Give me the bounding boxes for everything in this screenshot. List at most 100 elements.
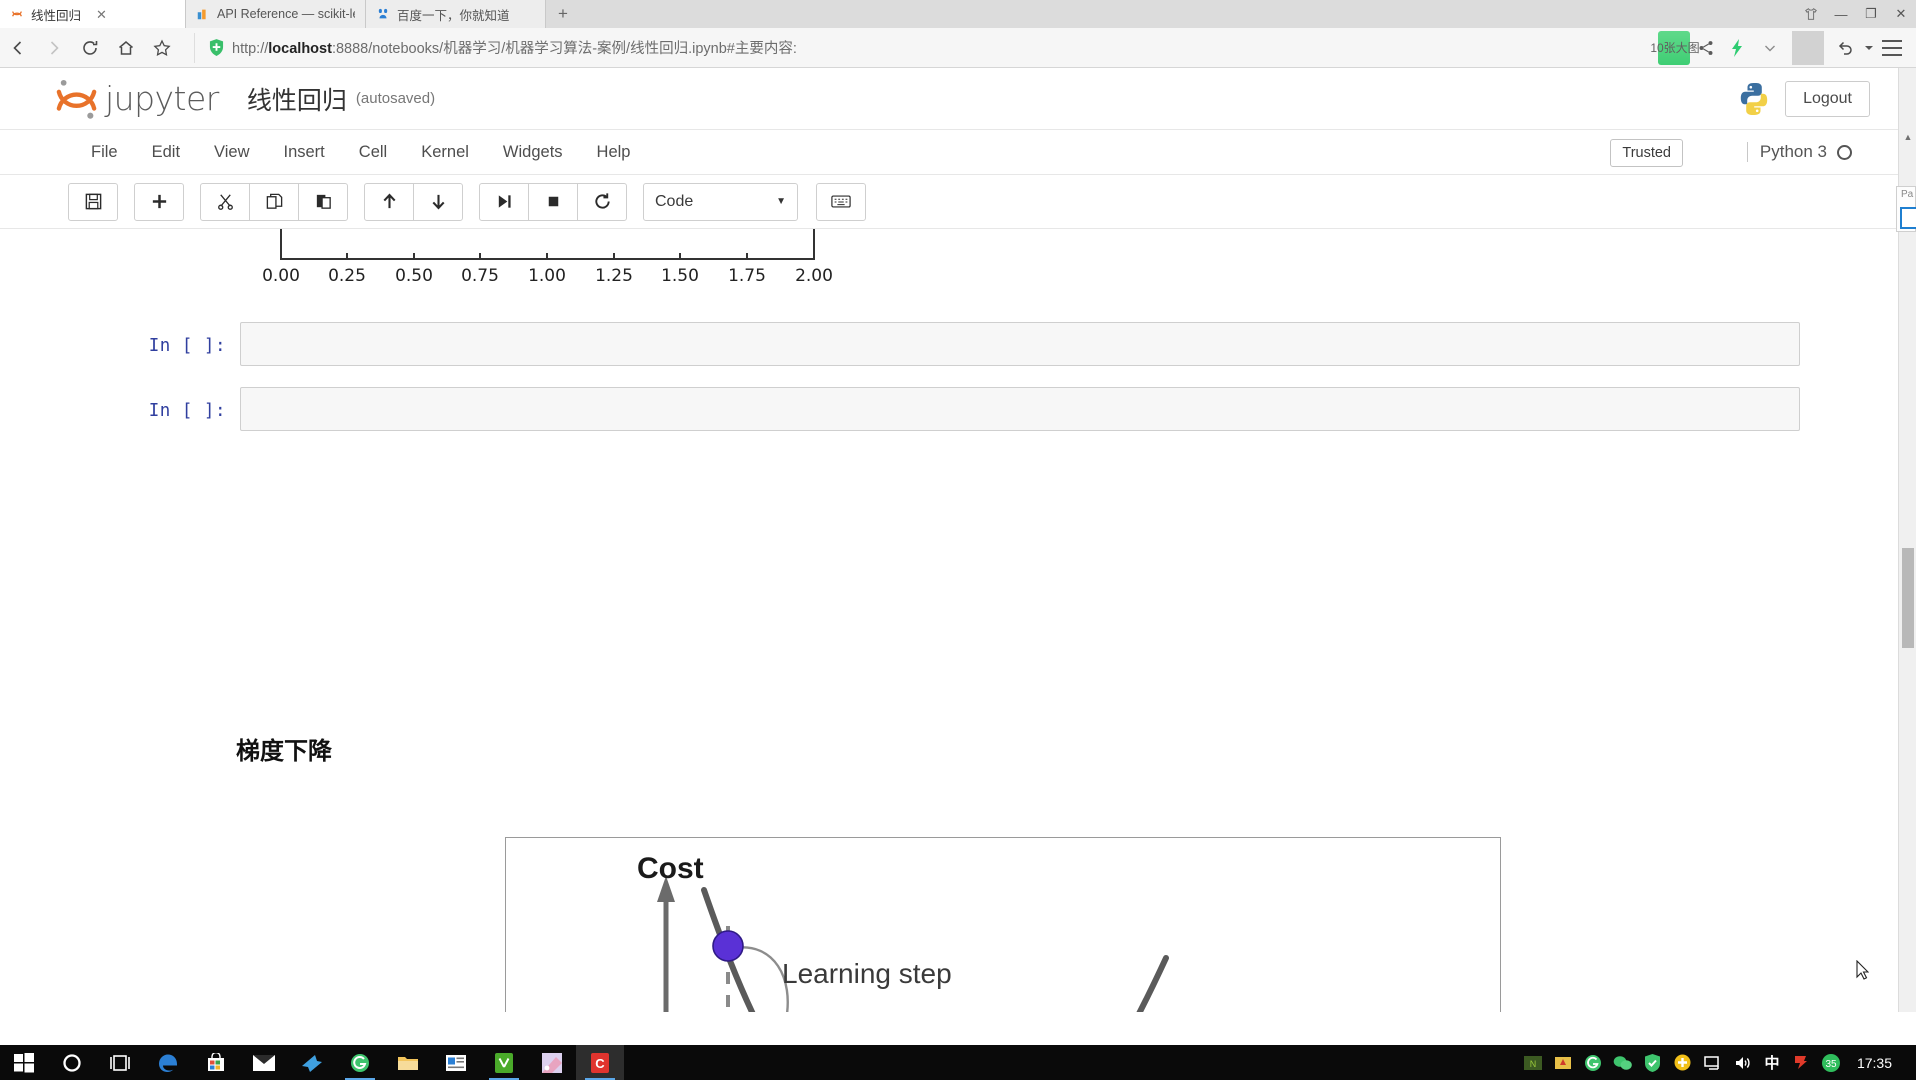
notebook-cell-1[interactable]: In [ ]: xyxy=(148,387,1800,431)
menu-file[interactable]: File xyxy=(74,143,135,162)
cost-label: Cost xyxy=(637,852,704,885)
move-cell-down-button[interactable] xyxy=(413,182,463,221)
sogou-ime-icon[interactable] xyxy=(1787,1045,1815,1080)
kernel-indicator: Python 3 xyxy=(1746,142,1852,162)
reload-button[interactable] xyxy=(72,31,108,65)
battery-35-icon[interactable]: 35 xyxy=(1817,1045,1845,1080)
volume-icon[interactable] xyxy=(1729,1045,1757,1080)
notebook-body[interactable]: 2 0 0.00 0.25 0.50 0.75 1.00 1.25 1.50 1… xyxy=(0,229,1898,1012)
notebook-title[interactable]: 线性回归 xyxy=(247,81,347,117)
browser-tab-0[interactable]: 线性回归 ✕ xyxy=(0,0,186,28)
browser-chrome: 线性回归 ✕ API Reference — scikit-learn 0 百度… xyxy=(0,0,1916,68)
chevron-down-icon[interactable] xyxy=(1754,31,1786,65)
jupyter-icon xyxy=(12,11,22,17)
forward-button[interactable] xyxy=(36,31,72,65)
sklearn-icon xyxy=(197,9,206,20)
thunder-download-icon[interactable] xyxy=(1549,1045,1577,1080)
move-cell-up-button[interactable] xyxy=(364,182,414,221)
undo-caret-icon[interactable] xyxy=(1862,31,1876,65)
copy-cell-button[interactable] xyxy=(249,182,299,221)
wps-excel-icon[interactable] xyxy=(480,1045,528,1080)
edge-browser-icon[interactable] xyxy=(144,1045,192,1080)
task-view-icon[interactable] xyxy=(96,1045,144,1080)
windows-taskbar: C N 中 35 17:35 xyxy=(0,1045,1916,1080)
security-shield-icon[interactable] xyxy=(1639,1045,1667,1080)
windows-start-icon[interactable] xyxy=(0,1045,48,1080)
sogou-browser-icon[interactable] xyxy=(336,1045,384,1080)
run-cell-button[interactable] xyxy=(479,182,529,221)
news-icon[interactable] xyxy=(432,1045,480,1080)
wechat-icon[interactable] xyxy=(1609,1045,1637,1080)
lightning-icon[interactable] xyxy=(1722,31,1754,65)
menu-icon[interactable] xyxy=(1876,31,1908,65)
menu-cell[interactable]: Cell xyxy=(342,143,404,162)
bookmark-star-icon[interactable] xyxy=(144,31,180,65)
jupyter-toolbar: Code ▼ xyxy=(0,175,1898,229)
restart-kernel-button[interactable] xyxy=(577,182,627,221)
skin-shirt-icon[interactable] xyxy=(1796,0,1826,28)
paste-cell-button[interactable] xyxy=(298,182,348,221)
browser-tab-label: API Reference — scikit-learn 0 xyxy=(217,7,355,21)
cell-type-select[interactable]: Code ▼ xyxy=(643,182,798,221)
file-explorer-icon[interactable] xyxy=(384,1045,432,1080)
insert-cell-below-button[interactable] xyxy=(134,182,184,221)
paint-icon[interactable] xyxy=(528,1045,576,1080)
security-shield-icon xyxy=(209,39,224,56)
close-window-button[interactable]: ✕ xyxy=(1886,0,1916,28)
notebook-cell-0[interactable]: In [ ]: xyxy=(148,322,1800,366)
menu-kernel[interactable]: Kernel xyxy=(404,143,486,162)
microsoft-store-icon[interactable] xyxy=(192,1045,240,1080)
sogou-browser-tray-icon[interactable] xyxy=(1579,1045,1607,1080)
taskbar-clock[interactable]: 17:35 xyxy=(1847,1045,1906,1080)
big-image-badge[interactable]: 10张大图 xyxy=(1650,30,1700,65)
pycharm-icon[interactable]: C xyxy=(576,1045,624,1080)
cortana-search-icon[interactable] xyxy=(48,1045,96,1080)
save-button[interactable] xyxy=(68,182,118,221)
svg-text:C: C xyxy=(595,1056,605,1071)
ime-chinese-icon[interactable]: 中 xyxy=(1759,1045,1785,1080)
new-tab-button[interactable]: + xyxy=(546,0,580,28)
update-icon[interactable] xyxy=(1669,1045,1697,1080)
qq-messenger-icon[interactable] xyxy=(288,1045,336,1080)
plot-xtick-5: 1.25 xyxy=(595,266,633,286)
markdown-heading[interactable]: 梯度下降 xyxy=(236,731,332,766)
address-bar[interactable]: http://localhost:8888/notebooks/机器学习/机器学… xyxy=(194,32,1652,63)
menu-view[interactable]: View xyxy=(197,143,266,162)
browser-tabstrip: 线性回归 ✕ API Reference — scikit-learn 0 百度… xyxy=(0,0,1916,28)
logout-button[interactable]: Logout xyxy=(1785,80,1870,117)
gradient-descent-image[interactable]: Cost Learning step Minimum Random initia… xyxy=(505,837,1501,1012)
minimize-button[interactable]: — xyxy=(1826,0,1856,28)
nvidia-icon[interactable]: N xyxy=(1519,1045,1547,1080)
maximize-button[interactable]: ❐ xyxy=(1856,0,1886,28)
learning-step-label: Learning step xyxy=(782,958,952,989)
menu-insert[interactable]: Insert xyxy=(267,143,342,162)
plot-xtick-6: 1.50 xyxy=(661,266,699,286)
browser-tab-1[interactable]: API Reference — scikit-learn 0 xyxy=(186,0,366,28)
plot-xtick-4: 1.00 xyxy=(528,266,566,286)
jupyter-logo-icon[interactable] xyxy=(55,79,99,119)
collapsed-side-panel[interactable]: Pa xyxy=(1896,186,1916,232)
menu-widgets[interactable]: Widgets xyxy=(486,143,580,162)
scrollbar-thumb[interactable] xyxy=(1902,548,1914,648)
cut-cell-button[interactable] xyxy=(200,182,250,221)
cell-prompt: In [ ]: xyxy=(148,401,226,421)
back-button[interactable] xyxy=(0,31,36,65)
tab-close-icon[interactable]: ✕ xyxy=(96,8,107,21)
interrupt-kernel-button[interactable] xyxy=(528,182,578,221)
plot-xtick-8: 2.00 xyxy=(795,266,833,286)
menu-help[interactable]: Help xyxy=(580,143,648,162)
menu-edit[interactable]: Edit xyxy=(135,143,197,162)
code-input-area[interactable] xyxy=(240,322,1800,366)
browser-tab-2[interactable]: 百度一下，你就知道 xyxy=(366,0,546,28)
mail-icon[interactable] xyxy=(240,1045,288,1080)
home-button[interactable] xyxy=(108,31,144,65)
command-palette-button[interactable] xyxy=(816,182,866,221)
side-panel-highlight[interactable] xyxy=(1900,207,1916,229)
share-icon[interactable] xyxy=(1690,31,1722,65)
chevron-down-icon: ▼ xyxy=(776,196,786,207)
scroll-up-arrow-icon[interactable]: ▲ xyxy=(1899,128,1916,146)
code-input-area[interactable] xyxy=(240,387,1800,431)
undo-icon[interactable] xyxy=(1830,31,1862,65)
network-icon[interactable] xyxy=(1699,1045,1727,1080)
trusted-badge[interactable]: Trusted xyxy=(1610,139,1683,167)
